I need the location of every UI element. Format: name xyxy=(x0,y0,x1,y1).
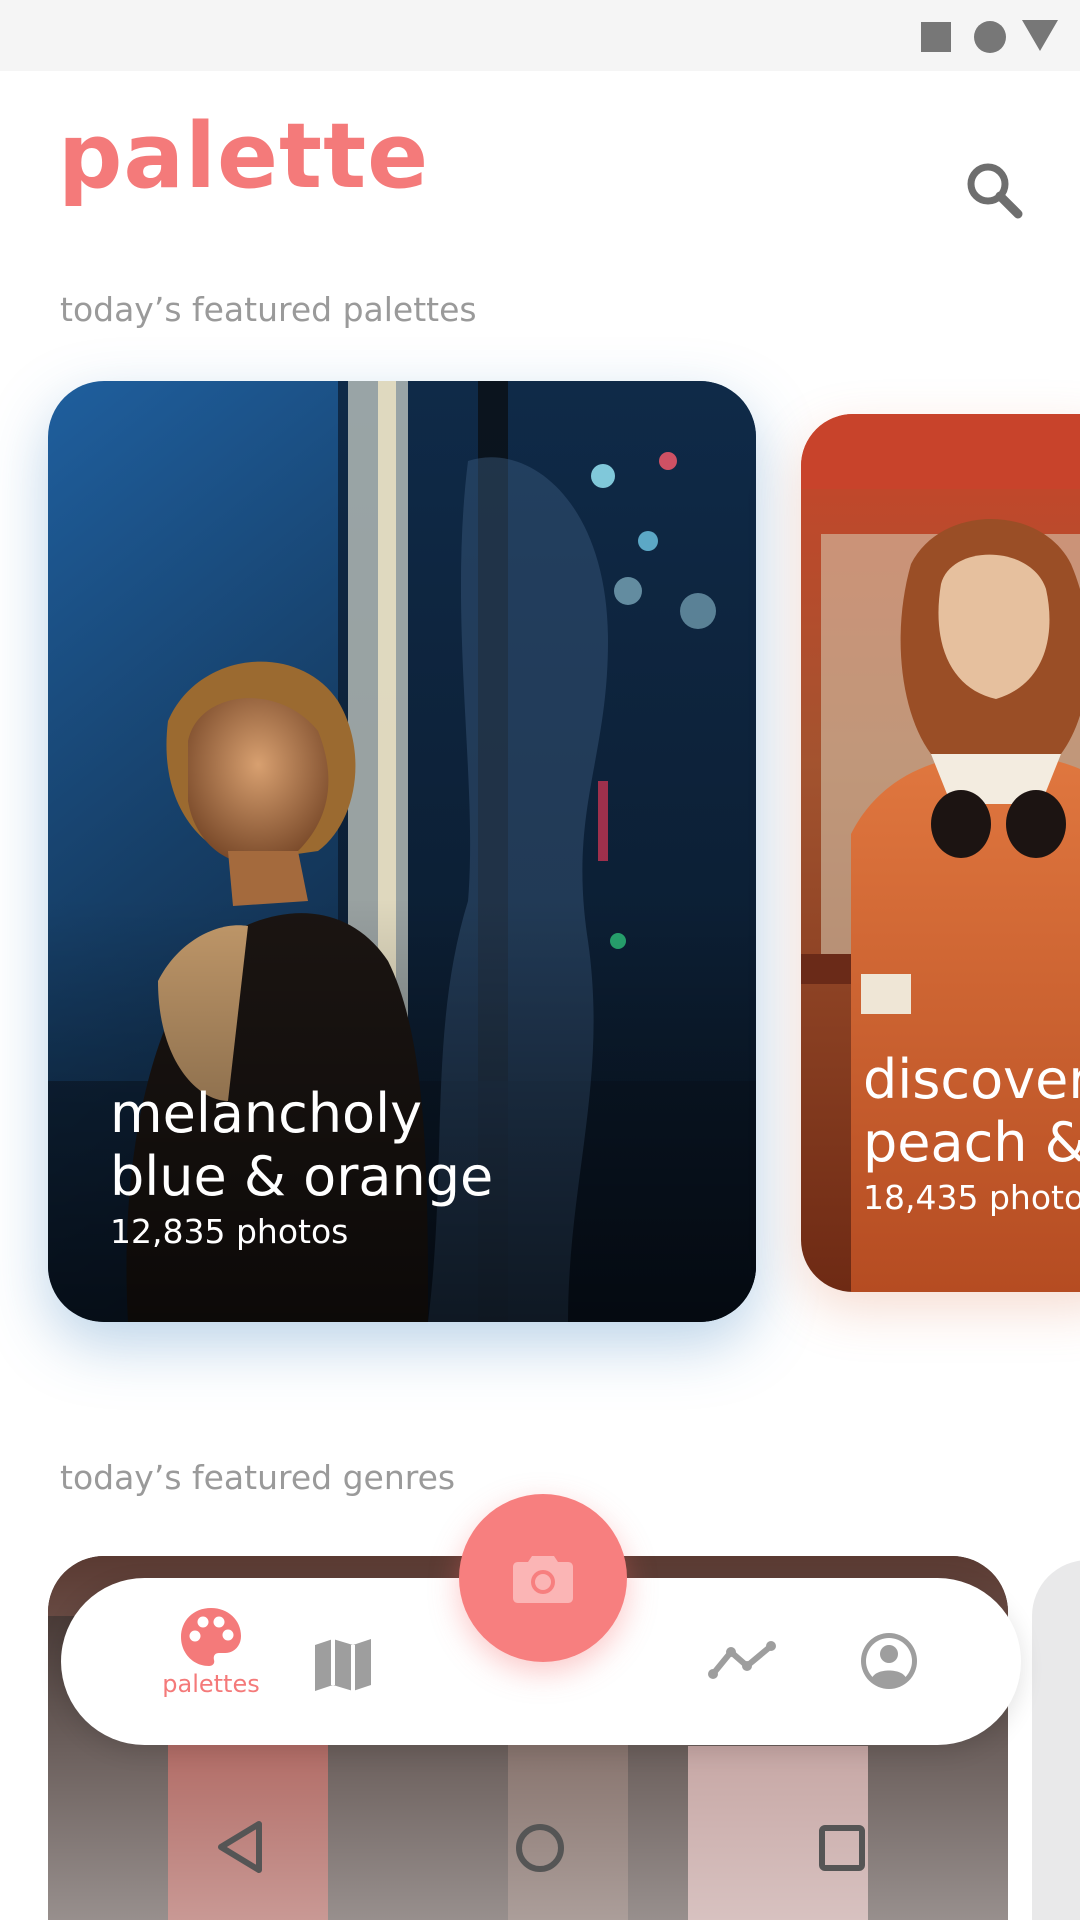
system-home-button[interactable] xyxy=(514,1822,566,1878)
search-button[interactable] xyxy=(960,156,1030,226)
palette-card-text: discover peach & 18,435 photos xyxy=(863,1048,1080,1217)
system-back-button[interactable] xyxy=(215,1820,265,1878)
back-icon xyxy=(218,1821,262,1873)
nav-item-palettes[interactable]: palettes xyxy=(151,1606,271,1698)
genre-card[interactable] xyxy=(1032,1560,1080,1920)
map-icon xyxy=(315,1639,371,1691)
system-recents-button[interactable] xyxy=(818,1824,866,1876)
palette-photo-count: 18,435 photos xyxy=(863,1178,1080,1217)
nav-item-map[interactable] xyxy=(313,1637,373,1693)
recents-icon xyxy=(819,1825,865,1871)
palette-card-title: discover peach & xyxy=(863,1048,1080,1174)
palette-title-line1: discover xyxy=(863,1048,1080,1111)
home-icon xyxy=(516,1824,564,1872)
camera-icon xyxy=(513,1556,573,1603)
camera-button[interactable] xyxy=(459,1494,627,1662)
triangle-icon xyxy=(1022,20,1058,51)
status-bar xyxy=(0,0,1080,71)
palette-icon xyxy=(181,1608,241,1666)
app-title: palette xyxy=(58,104,430,209)
genres-section-label: today’s featured genres xyxy=(60,1458,456,1497)
nav-item-account[interactable] xyxy=(858,1630,920,1692)
nav-item-trending[interactable] xyxy=(707,1638,777,1682)
trending-icon xyxy=(708,1641,776,1679)
screen: palette today’s featured palettes melanc… xyxy=(0,0,1080,1920)
palette-title-line2: blue & orange xyxy=(110,1145,494,1208)
palette-card[interactable]: melancholy blue & orange 12,835 photos xyxy=(48,381,756,1322)
palette-card-title: melancholy blue & orange xyxy=(110,1082,493,1208)
account-icon xyxy=(861,1633,917,1689)
search-icon xyxy=(967,163,1023,219)
nav-label-palettes: palettes xyxy=(162,1670,260,1698)
palette-title-line1: melancholy xyxy=(110,1082,423,1145)
square-icon xyxy=(921,22,951,52)
circle-icon xyxy=(974,21,1006,53)
palettes-section-label: today’s featured palettes xyxy=(60,290,477,329)
palette-title-line2: peach & xyxy=(863,1111,1080,1174)
palette-card-text: melancholy blue & orange 12,835 photos xyxy=(110,1082,493,1251)
palette-photo-count: 12,835 photos xyxy=(110,1212,349,1251)
palette-card[interactable]: discover peach & 18,435 photos xyxy=(801,414,1080,1292)
